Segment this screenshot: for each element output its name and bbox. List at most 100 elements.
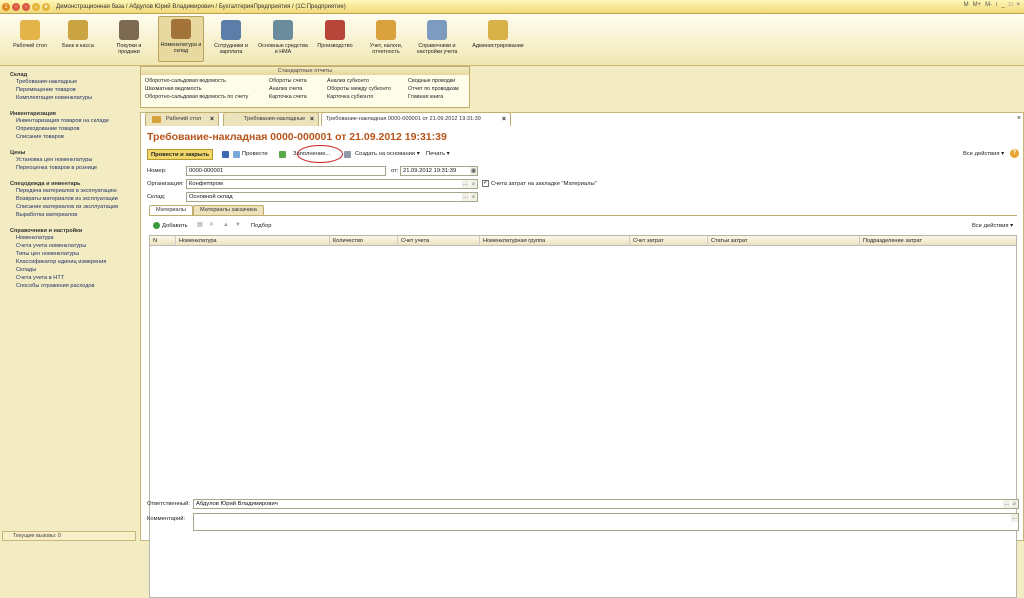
minimize-button[interactable]: _ bbox=[1002, 2, 1005, 8]
print-button[interactable]: Печать ▾ bbox=[423, 149, 453, 160]
ledger-icon[interactable] bbox=[279, 151, 286, 158]
section-employees[interactable]: Сотрудники и зарплата bbox=[210, 18, 252, 55]
report-link[interactable]: Карточка счета bbox=[269, 93, 307, 101]
post-and-close-button[interactable]: Провести и закрыть bbox=[147, 149, 214, 160]
column-header[interactable]: Номенклатура bbox=[176, 236, 330, 246]
add-button[interactable]: Добавить bbox=[162, 223, 188, 229]
report-link[interactable]: Анализ счета bbox=[269, 85, 307, 93]
all-actions-button[interactable]: Все действия ▾ bbox=[960, 149, 1007, 160]
nav-item[interactable]: Классификатор единиц измерения bbox=[16, 258, 138, 266]
calendar-icon[interactable]: ▦ bbox=[470, 167, 477, 175]
column-header[interactable]: N bbox=[150, 236, 176, 246]
section-admin[interactable]: Администрирование bbox=[468, 18, 528, 49]
create-based-on-button[interactable]: Создать на основании ▾ bbox=[352, 149, 423, 160]
nav-item[interactable]: Передача материалов в эксплуатацию bbox=[16, 187, 138, 195]
number-field[interactable]: 0000-000001 bbox=[186, 166, 386, 176]
back-icon[interactable]: ‹ bbox=[12, 2, 20, 11]
move-down-icon[interactable]: ▼ bbox=[235, 222, 241, 228]
section-fixed-assets[interactable]: Основные средства и НМА bbox=[258, 18, 308, 55]
section-nomenclature[interactable]: Номенклатура и склад bbox=[158, 16, 204, 62]
post-button[interactable]: Провести bbox=[239, 149, 271, 160]
tab-requisitions[interactable]: Требования-накладные × bbox=[223, 112, 319, 126]
save-icon[interactable] bbox=[222, 151, 229, 158]
open-icon[interactable]: ⌕ bbox=[470, 193, 477, 201]
maximize-button[interactable]: □ bbox=[1009, 2, 1013, 8]
column-header[interactable]: Статьи затрат bbox=[708, 236, 860, 246]
nav-item[interactable]: Установка цен номенклатуры bbox=[16, 156, 138, 164]
section-production[interactable]: Производство bbox=[314, 18, 356, 49]
cost-accounts-checkbox[interactable]: ✓ bbox=[482, 180, 489, 187]
memory-button[interactable]: M bbox=[964, 2, 969, 8]
warehouse-field[interactable]: Основной склад… ⌕ bbox=[186, 192, 478, 202]
memory-minus-button[interactable]: M- bbox=[985, 2, 992, 8]
nav-item[interactable]: Списание товаров bbox=[16, 133, 138, 141]
open-icon[interactable]: ⌕ bbox=[1011, 500, 1018, 508]
nav-item[interactable]: Списание материалов из эксплуатации bbox=[16, 203, 138, 211]
nav-item[interactable]: Счета учета номенклатуры bbox=[16, 242, 138, 250]
pick-button[interactable]: Подбор bbox=[251, 223, 271, 229]
nav-item[interactable]: Перемещение товаров bbox=[16, 86, 138, 94]
nav-item[interactable]: Счета учета в НТТ bbox=[16, 274, 138, 282]
column-header[interactable]: Счет затрат bbox=[630, 236, 708, 246]
star-icon[interactable]: ★ bbox=[42, 2, 50, 11]
delete-icon[interactable]: ✕ bbox=[209, 222, 214, 228]
nav-item[interactable]: Выработка материалов bbox=[16, 211, 138, 219]
document-icon[interactable] bbox=[344, 151, 351, 158]
nav-item[interactable]: Номенклатура bbox=[16, 234, 138, 242]
tab-customer-materials[interactable]: Материалы заказчика bbox=[193, 205, 264, 215]
report-link[interactable]: Карточка субконто bbox=[327, 93, 391, 101]
select-button[interactable]: … bbox=[462, 180, 469, 188]
open-icon[interactable]: ⌕ bbox=[470, 180, 477, 188]
info-icon[interactable]: i bbox=[996, 2, 997, 8]
nav-item[interactable]: Переоценка товаров в рознице bbox=[16, 164, 138, 172]
current-calls-status[interactable]: Текущие вызовы: 0 bbox=[2, 531, 136, 541]
move-up-icon[interactable]: ▲ bbox=[223, 222, 229, 228]
close-icon[interactable]: × bbox=[210, 113, 214, 126]
nav-item[interactable]: Оприходование товаров bbox=[16, 125, 138, 133]
nav-item[interactable]: Требования-накладные bbox=[16, 78, 138, 86]
nav-item[interactable]: Склады bbox=[16, 266, 138, 274]
memory-plus-button[interactable]: M+ bbox=[973, 2, 982, 8]
nav-item[interactable]: Способы отражения расходов bbox=[16, 282, 138, 290]
close-button[interactable]: × bbox=[1016, 2, 1020, 8]
forward-icon[interactable]: › bbox=[22, 2, 30, 11]
responsible-field[interactable]: Абдулов Юрий Владимирович… ⌕ bbox=[193, 499, 1019, 509]
close-all-icon[interactable]: × bbox=[1017, 115, 1021, 122]
report-link[interactable]: Оборотно-сальдовая ведомость по счету bbox=[145, 93, 248, 101]
report-link[interactable]: Сводные проводки bbox=[408, 77, 459, 85]
close-icon[interactable]: × bbox=[310, 113, 314, 126]
section-references[interactable]: Справочники и настройки учета bbox=[412, 18, 462, 55]
section-desktop[interactable]: Рабочий стол bbox=[10, 18, 50, 49]
comment-field[interactable]: … bbox=[193, 513, 1019, 531]
report-link[interactable]: Анализ субконто bbox=[327, 77, 391, 85]
tab-materials[interactable]: Материалы bbox=[149, 205, 193, 215]
report-link[interactable]: Обороты счета bbox=[269, 77, 307, 85]
column-header[interactable]: Номенклатурная группа bbox=[480, 236, 630, 246]
select-button[interactable]: … bbox=[1003, 500, 1010, 508]
report-link[interactable]: Шахматная ведомость bbox=[145, 85, 248, 93]
tab-current-document[interactable]: Требование-накладная 0000-000001 от 21.0… bbox=[321, 112, 511, 126]
organization-field[interactable]: Конфетпром… ⌕ bbox=[186, 179, 478, 189]
tab-desktop[interactable]: Рабочий стол × bbox=[145, 112, 219, 126]
select-button[interactable]: … bbox=[462, 193, 469, 201]
report-link[interactable]: Обороты между субконто bbox=[327, 85, 391, 93]
materials-table[interactable]: N Номенклатура Количество Счет учета Ном… bbox=[149, 235, 1017, 598]
help-icon[interactable]: ? bbox=[1010, 149, 1019, 158]
report-link[interactable]: Отчет по проводкам bbox=[408, 85, 459, 93]
section-sales[interactable]: Покупки и продажи bbox=[108, 18, 150, 55]
edit-text-icon[interactable]: … bbox=[1011, 514, 1018, 522]
close-icon[interactable]: × bbox=[502, 113, 506, 126]
nav-item[interactable]: Комплектация номенклатуры bbox=[16, 94, 138, 102]
section-bank[interactable]: Банк и касса bbox=[58, 18, 98, 49]
nav-item[interactable]: Типы цен номенклатуры bbox=[16, 250, 138, 258]
app-icon[interactable]: 1 bbox=[2, 2, 10, 11]
section-taxes[interactable]: Учет, налоги, отчетность bbox=[364, 18, 408, 55]
nav-item[interactable]: Возвраты материалов из эксплуатации bbox=[16, 195, 138, 203]
report-link[interactable]: Оборотно-сальдовая ведомость bbox=[145, 77, 248, 85]
nav-item[interactable]: Инвентаризация товаров на складе bbox=[16, 117, 138, 125]
home-icon[interactable]: ⌂ bbox=[32, 2, 40, 11]
column-header[interactable]: Подразделение затрат bbox=[860, 236, 1018, 246]
column-header[interactable]: Счет учета bbox=[398, 236, 480, 246]
column-header[interactable]: Количество bbox=[330, 236, 398, 246]
date-field[interactable]: 21.09.2012 19:31:39 ▦ bbox=[400, 166, 478, 176]
